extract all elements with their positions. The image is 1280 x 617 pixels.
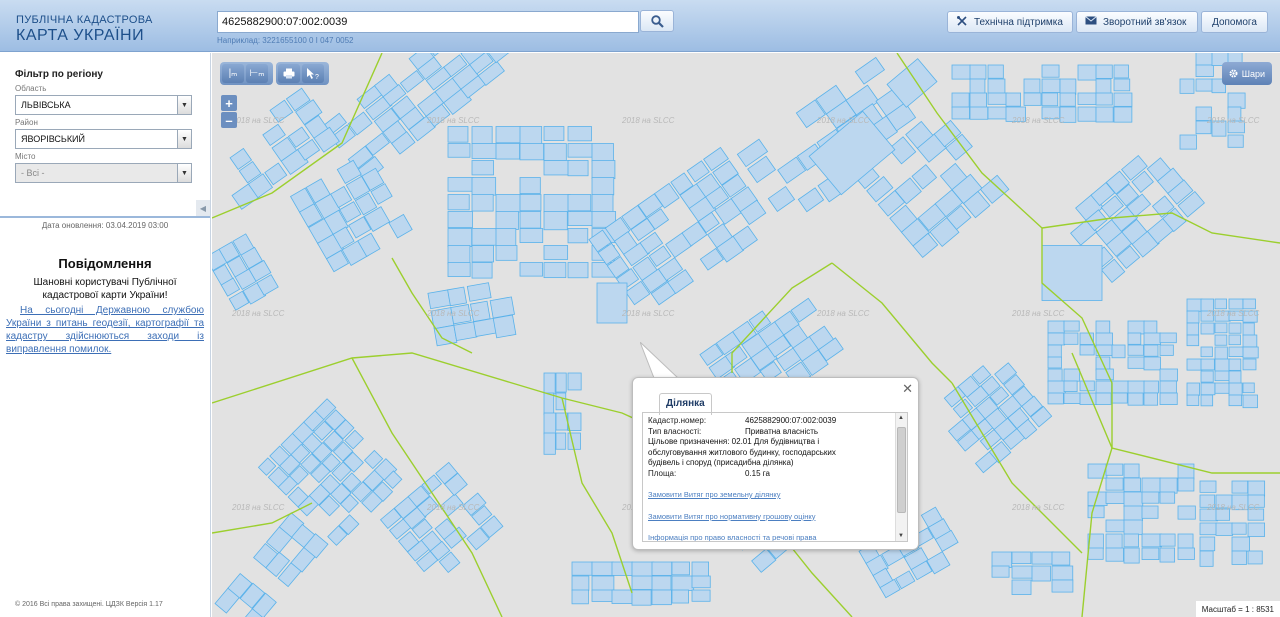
ownership-row: Тип власності: Приватна власність [648,427,891,438]
svg-text:2018 на SLCC: 2018 на SLCC [621,116,675,125]
svg-text:2018 на SLCC: 2018 на SLCC [231,503,285,512]
city-select[interactable]: - Всі - ▼ [15,163,192,183]
logo[interactable]: ПУБЛІЧНА КАДАСТРОВА КАРТА УКРАЇНИ [16,14,153,45]
ownership-label: Тип власності: [648,426,702,436]
area-value: 0.15 га [745,468,770,478]
svg-text:2018 на SLCC: 2018 на SLCC [1206,309,1260,318]
support-button[interactable]: Технічна підтримка [947,11,1073,33]
order-valuation-link[interactable]: Замовити Витяг про нормативну грошову оц… [648,512,891,523]
chevron-down-icon: ▼ [177,164,191,182]
search-example: Наприклад: 3221655100 0 I 047 0052 [217,36,354,45]
region-label: Область [15,84,47,93]
order-extract-link[interactable]: Замовити Витяг про земельну ділянку [648,490,891,501]
popup-body[interactable]: Кадастр.номер: 4625882900:07:002:0039 Ти… [642,412,908,542]
region-value: ЛЬВІВСЬКА [21,100,71,110]
envelope-icon [1085,16,1097,28]
svg-text:2018 на SLCC: 2018 на SLCC [426,503,480,512]
identify-button[interactable]: ? [302,64,324,83]
svg-text:2018 на SLCC: 2018 на SLCC [1206,503,1260,512]
area-row: Площа: 0.15 га [648,469,891,480]
district-select[interactable]: ЯВОРІВСЬКИЙ ▼ [15,129,192,149]
purpose-row: Цільове призначення: 02.01 Для будівницт… [648,437,891,469]
feedback-button[interactable]: Зворотний зв'язок [1076,11,1198,33]
svg-text:2018 на SLCC: 2018 на SLCC [231,116,285,125]
logo-line1: ПУБЛІЧНА КАДАСТРОВА [16,14,153,26]
cursor-help-icon: ? [307,67,319,80]
cadastral-row: Кадастр.номер: 4625882900:07:002:0039 [648,416,891,427]
svg-text:2018 на SLCC: 2018 на SLCC [426,116,480,125]
search-input[interactable] [217,11,639,33]
support-label: Технічна підтримка [974,16,1063,28]
svg-text:2018 на SLCC: 2018 на SLCC [1011,309,1065,318]
logo-line2: КАРТА УКРАЇНИ [16,27,145,44]
parcel-info-popup: ✕ Ділянка Кадастр.номер: 4625882900:07:0… [632,377,919,550]
ruler-icon: |ₘ [228,68,238,79]
close-icon[interactable]: ✕ [902,381,913,397]
search-button[interactable] [640,10,674,32]
measure-distance-button[interactable]: |ₘ [222,64,244,83]
chevron-down-icon: ▼ [177,130,191,148]
cadastral-label: Кадастр.номер: [648,416,707,425]
svg-text:2018 на SLCC: 2018 на SLCC [1206,116,1260,125]
purpose-label: Цільове призначення: [648,437,730,446]
cadastral-value: 4625882900:07:002:0039 [745,416,837,425]
district-label: Район [15,118,38,127]
district-value: ЯВОРІВСЬКИЙ [21,134,85,144]
collapse-sidebar-button[interactable]: ◀ [196,200,210,216]
parcel-details: Кадастр.номер: 4625882900:07:002:0039 Ти… [643,413,907,541]
region-select[interactable]: ЛЬВІВСЬКА ▼ [15,95,192,115]
ownership-info-link[interactable]: Інформація про право власності та речові… [648,533,891,541]
svg-text:2018 на SLCC: 2018 на SLCC [816,116,870,125]
feedback-label: Зворотний зв'язок [1103,16,1187,28]
svg-text:2018 на SLCC: 2018 на SLCC [426,309,480,318]
print-toolbar: ? [276,62,329,85]
copyright: © 2016 Всі права захищені. ЦДЗК Версія 1… [15,601,163,608]
svg-text:2018 на SLCC: 2018 на SLCC [816,309,870,318]
svg-text:2018 на SLCC: 2018 на SLCC [1011,503,1065,512]
chevron-down-icon: ▼ [177,96,191,114]
scroll-thumb[interactable] [897,427,906,513]
sidebar: Фільтр по регіону Область ЛЬВІВСЬКА ▼ Ра… [0,53,211,617]
scroll-up-icon[interactable]: ▲ [898,415,904,421]
notice-text: Шановні користувачі Публічної кадастрово… [33,277,177,301]
help-label: Допомога [1212,16,1257,28]
help-button[interactable]: Допомога [1201,11,1268,33]
printer-icon [283,68,295,79]
filter-title: Фільтр по регіону [15,69,103,80]
scale-readout: Масштаб = 1 : 8531 [1195,601,1280,617]
svg-text:2018 на SLCC: 2018 на SLCC [621,309,675,318]
region-filter: Фільтр по регіону Область ЛЬВІВСЬКА ▼ Ра… [0,53,210,218]
svg-text:?: ? [315,74,319,80]
area-icon: ⊢ₘ [249,68,265,79]
city-label: Місто [15,152,36,161]
notice-title: Повідомлення [58,256,152,271]
popup-scrollbar[interactable]: ▲ ▼ [895,413,907,541]
area-label: Площа: [648,468,677,478]
gear-icon [1229,69,1238,78]
notice-link[interactable]: На сьогодні Державною службою України з … [6,304,204,356]
ownership-value: Приватна власність [745,426,819,436]
update-date: Дата оновлення: 03.04.2019 03:00 [41,221,169,230]
tools-icon [956,15,968,30]
search-icon [650,14,664,28]
popup-pointer [640,342,680,379]
measure-area-button[interactable]: ⊢ₘ [246,64,268,83]
zoom-in-button[interactable]: + [221,95,237,111]
measure-toolbar: |ₘ ⊢ₘ [220,62,273,85]
print-button[interactable] [278,64,300,83]
header: ПУБЛІЧНА КАДАСТРОВА КАРТА УКРАЇНИ Наприк… [0,0,1280,52]
zoom-out-button[interactable]: – [221,112,237,128]
svg-text:2018 на SLCC: 2018 на SLCC [1011,116,1065,125]
svg-text:2018 на SLCC: 2018 на SLCC [231,309,285,318]
layers-button[interactable]: Шари [1221,62,1272,85]
layers-label: Шари [1241,68,1265,79]
scroll-down-icon[interactable]: ▼ [898,533,904,539]
city-value: - Всі - [21,168,45,178]
